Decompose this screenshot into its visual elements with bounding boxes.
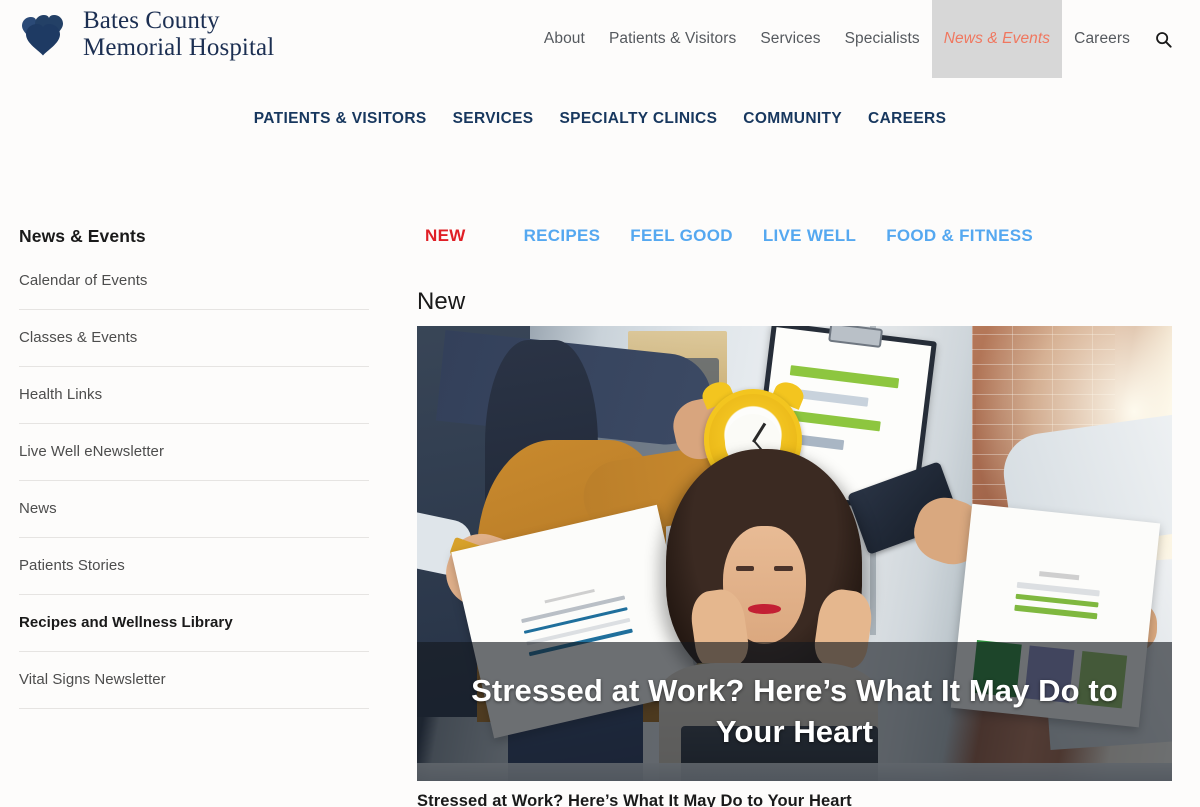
feature-article-caption: Stressed at Work? Here’s What It May Do … bbox=[417, 792, 852, 807]
document-row bbox=[1016, 581, 1100, 596]
feature-image-overlay: Stressed at Work? Here’s What It May Do … bbox=[417, 642, 1172, 781]
document-row bbox=[1014, 592, 1099, 608]
lips bbox=[747, 604, 781, 614]
sidebar-item-live-well-enewsletter[interactable]: Live Well eNewsletter bbox=[19, 443, 369, 481]
brand-line-2: Memorial Hospital bbox=[83, 34, 275, 61]
tab-feel-good[interactable]: FEEL GOOD bbox=[630, 226, 763, 246]
eye-right bbox=[774, 566, 793, 572]
subnav-item-careers[interactable]: CAREERS bbox=[855, 110, 959, 128]
sidebar-item-recipes-and-wellness-library[interactable]: Recipes and Wellness Library bbox=[19, 614, 369, 652]
main-content: NEW RECIPES FEEL GOOD LIVE WELL FOOD & F… bbox=[417, 226, 1172, 807]
nav-item-patients-visitors[interactable]: Patients & Visitors bbox=[597, 0, 748, 78]
primary-nav-list: About Patients & Visitors Services Speci… bbox=[532, 0, 1184, 78]
document-row bbox=[1013, 604, 1097, 620]
document-title-bar bbox=[1039, 571, 1080, 580]
clipboard-clamp bbox=[827, 326, 883, 348]
sidebar-item-calendar-of-events[interactable]: Calendar of Events bbox=[19, 272, 369, 310]
nav-item-services[interactable]: Services bbox=[748, 0, 832, 78]
nav-item-careers[interactable]: Careers bbox=[1062, 0, 1142, 78]
subnav-item-services[interactable]: SERVICES bbox=[440, 110, 547, 128]
brand-line-1: Bates County bbox=[83, 7, 220, 34]
page-root: Bates County Memorial Hospital About Pat… bbox=[0, 0, 1200, 807]
document-title-bar bbox=[544, 589, 595, 604]
sidebar-item-vital-signs-newsletter[interactable]: Vital Signs Newsletter bbox=[19, 671, 369, 709]
brand-wordmark: Bates County Memorial Hospital bbox=[83, 8, 274, 60]
subnav-item-community[interactable]: COMMUNITY bbox=[730, 110, 855, 128]
site-header: Bates County Memorial Hospital About Pat… bbox=[0, 0, 1200, 78]
nav-item-about[interactable]: About bbox=[532, 0, 597, 78]
site-logo[interactable]: Bates County Memorial Hospital bbox=[18, 8, 274, 60]
sidebar-heading: News & Events bbox=[19, 226, 146, 246]
feature-overlay-title: Stressed at Work? Here’s What It May Do … bbox=[471, 672, 1118, 749]
sidebar-item-news[interactable]: News bbox=[19, 500, 369, 538]
subnav-item-specialty-clinics[interactable]: SPECIALTY CLINICS bbox=[546, 110, 730, 128]
sidebar: News & Events Calendar of Events Classes… bbox=[19, 226, 369, 728]
tab-new[interactable]: NEW bbox=[425, 226, 524, 246]
secondary-nav: PATIENTS & VISITORS SERVICES SPECIALTY C… bbox=[0, 110, 1200, 128]
primary-nav: About Patients & Visitors Services Speci… bbox=[532, 0, 1184, 78]
three-hearts-logo-icon bbox=[22, 15, 63, 56]
nav-item-specialists[interactable]: Specialists bbox=[833, 0, 932, 78]
feature-article-card[interactable]: Stressed at Work? Here’s What It May Do … bbox=[417, 326, 1172, 781]
sidebar-item-classes-events[interactable]: Classes & Events bbox=[19, 329, 369, 367]
search-button[interactable] bbox=[1142, 0, 1184, 78]
subnav-item-patients-visitors[interactable]: PATIENTS & VISITORS bbox=[241, 110, 440, 128]
sidebar-item-health-links[interactable]: Health Links bbox=[19, 386, 369, 424]
category-tabs: NEW RECIPES FEEL GOOD LIVE WELL FOOD & F… bbox=[425, 226, 1172, 246]
search-icon bbox=[1155, 31, 1172, 48]
eye-left bbox=[736, 566, 755, 572]
page-title: New bbox=[417, 288, 466, 315]
sidebar-item-patients-stories[interactable]: Patients Stories bbox=[19, 557, 369, 595]
tab-live-well[interactable]: LIVE WELL bbox=[763, 226, 886, 246]
tab-recipes[interactable]: RECIPES bbox=[524, 226, 631, 246]
nav-item-news-events[interactable]: News & Events bbox=[931, 0, 1063, 78]
tab-food-fitness[interactable]: FOOD & FITNESS bbox=[886, 226, 1063, 246]
